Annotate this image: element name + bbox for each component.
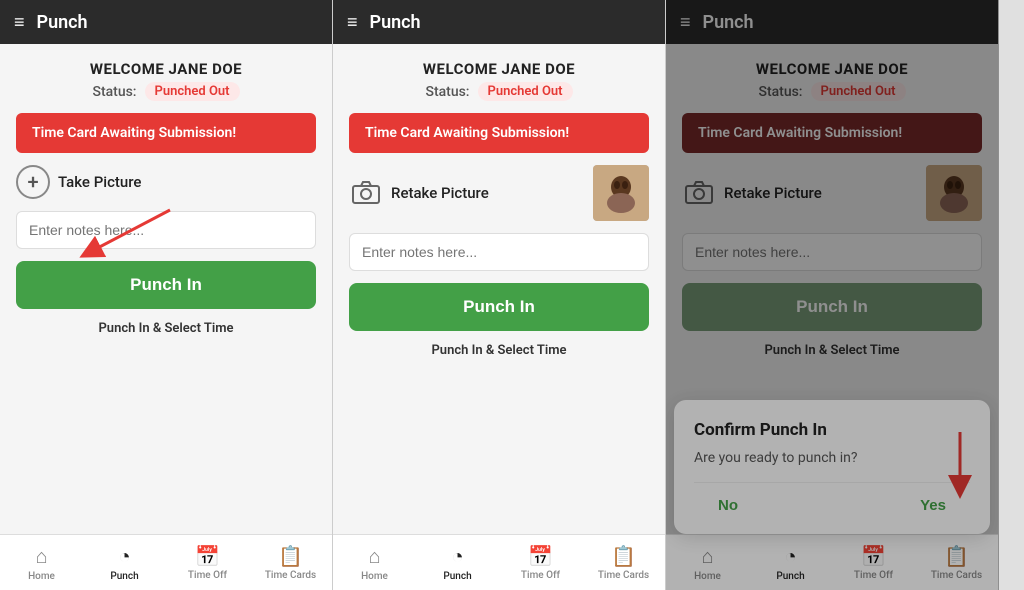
retake-picture-label-2: Retake Picture: [391, 184, 489, 202]
nav-punch-label-3: Punch: [776, 571, 804, 582]
plus-icon-1: +: [16, 165, 50, 199]
notes-input-2[interactable]: [349, 233, 649, 271]
panel-2: ≡ Punch WELCOME JANE DOE Status: Punched…: [333, 0, 666, 590]
select-time-label-2: Punch In & Select Time: [349, 343, 649, 358]
welcome-section-2: WELCOME JANE DOE Status: Punched Out: [349, 60, 649, 101]
bottom-nav-2: ⌂ Home ◔ Punch 📅 Time Off 📋 Time Cards: [333, 534, 665, 590]
alert-bar-2[interactable]: Time Card Awaiting Submission!: [349, 113, 649, 153]
nav-home-1[interactable]: ⌂ Home: [0, 535, 83, 590]
retake-picture-btn-2[interactable]: Retake Picture: [349, 176, 581, 210]
nav-timecards-label-1: Time Cards: [265, 570, 316, 581]
timecards-icon-3: 📋: [944, 544, 969, 568]
nav-timecards-label-3: Time Cards: [931, 570, 982, 581]
nav-timecards-1[interactable]: 📋 Time Cards: [249, 535, 332, 590]
nav-punch-1[interactable]: ◔ Punch: [83, 535, 166, 590]
select-time-label-1: Punch In & Select Time: [16, 321, 316, 336]
welcome-name-2: WELCOME JANE DOE: [349, 60, 649, 78]
nav-home-3[interactable]: ⌂ Home: [666, 535, 749, 590]
status-label-1: Status:: [92, 84, 136, 100]
confirm-dialog: Confirm Punch In Are you ready to punch …: [674, 400, 990, 534]
menu-icon-1[interactable]: ≡: [14, 12, 25, 33]
nav-timecards-label-2: Time Cards: [598, 570, 649, 581]
nav-timecards-3[interactable]: 📋 Time Cards: [915, 535, 998, 590]
status-label-2: Status:: [425, 84, 469, 100]
status-row-2: Status: Punched Out: [349, 82, 649, 101]
timeoff-icon-2: 📅: [528, 544, 553, 568]
nav-timeoff-label-1: Time Off: [188, 570, 227, 581]
timecards-icon-2: 📋: [611, 544, 636, 568]
alert-bar-1[interactable]: Time Card Awaiting Submission!: [16, 113, 316, 153]
take-picture-btn-1[interactable]: + Take Picture: [16, 165, 316, 199]
nav-timeoff-label-2: Time Off: [521, 570, 560, 581]
nav-timeoff-2[interactable]: 📅 Time Off: [499, 535, 582, 590]
home-icon-2: ⌂: [368, 544, 380, 569]
take-picture-label-1: Take Picture: [58, 173, 141, 191]
status-badge-1: Punched Out: [145, 82, 240, 101]
nav-home-label-1: Home: [28, 571, 55, 582]
punch-icon-2: ◔: [451, 544, 463, 569]
top-bar-2: ≡ Punch: [333, 0, 665, 44]
nav-home-2[interactable]: ⌂ Home: [333, 535, 416, 590]
app-title-1: Punch: [37, 12, 88, 33]
bottom-nav-1: ⌂ Home ◔ Punch 📅 Time Off 📋 Time Cards: [0, 534, 332, 590]
nav-punch-label-1: Punch: [110, 571, 138, 582]
person-photo-2: [593, 165, 649, 221]
nav-punch-3[interactable]: ◔ Punch: [749, 535, 832, 590]
nav-punch-2[interactable]: ◔ Punch: [416, 535, 499, 590]
main-content-1: WELCOME JANE DOE Status: Punched Out Tim…: [0, 44, 332, 534]
camera-icon-2: [349, 176, 383, 210]
notes-input-1[interactable]: [16, 211, 316, 249]
status-badge-2: Punched Out: [478, 82, 573, 101]
picture-row-1: + Take Picture: [16, 165, 316, 199]
punch-icon-3: ◔: [784, 544, 796, 569]
nav-home-label-2: Home: [361, 571, 388, 582]
nav-timeoff-3[interactable]: 📅 Time Off: [832, 535, 915, 590]
home-icon-1: ⌂: [35, 544, 47, 569]
nav-timecards-2[interactable]: 📋 Time Cards: [582, 535, 665, 590]
nav-timeoff-label-3: Time Off: [854, 570, 893, 581]
dialog-yes-btn[interactable]: Yes: [896, 491, 970, 520]
punch-in-btn-1[interactable]: Punch In: [16, 261, 316, 309]
welcome-section-1: WELCOME JANE DOE Status: Punched Out: [16, 60, 316, 101]
main-content-2: WELCOME JANE DOE Status: Punched Out Tim…: [333, 44, 665, 534]
nav-timeoff-1[interactable]: 📅 Time Off: [166, 535, 249, 590]
home-icon-3: ⌂: [701, 544, 713, 569]
panel-3: ≡ Punch WELCOME JANE DOE Status: Punched…: [666, 0, 999, 590]
status-row-1: Status: Punched Out: [16, 82, 316, 101]
punch-icon-1: ◔: [118, 544, 130, 569]
dialog-body: Are you ready to punch in?: [694, 450, 970, 466]
bottom-nav-3: ⌂ Home ◔ Punch 📅 Time Off 📋 Time Cards: [666, 534, 998, 590]
app-title-2: Punch: [370, 12, 421, 33]
timeoff-icon-3: 📅: [861, 544, 886, 568]
nav-home-label-3: Home: [694, 571, 721, 582]
dialog-actions: No Yes: [694, 482, 970, 524]
punch-in-btn-2[interactable]: Punch In: [349, 283, 649, 331]
panel-1: ≡ Punch WELCOME JANE DOE Status: Punched…: [0, 0, 333, 590]
nav-punch-label-2: Punch: [443, 571, 471, 582]
top-bar-1: ≡ Punch: [0, 0, 332, 44]
photo-thumb-2: [593, 165, 649, 221]
menu-icon-2[interactable]: ≡: [347, 12, 358, 33]
dialog-title: Confirm Punch In: [694, 420, 970, 440]
picture-row-2: Retake Picture: [349, 165, 649, 221]
welcome-name-1: WELCOME JANE DOE: [16, 60, 316, 78]
timeoff-icon-1: 📅: [195, 544, 220, 568]
timecards-icon-1: 📋: [278, 544, 303, 568]
dialog-no-btn[interactable]: No: [694, 491, 762, 520]
